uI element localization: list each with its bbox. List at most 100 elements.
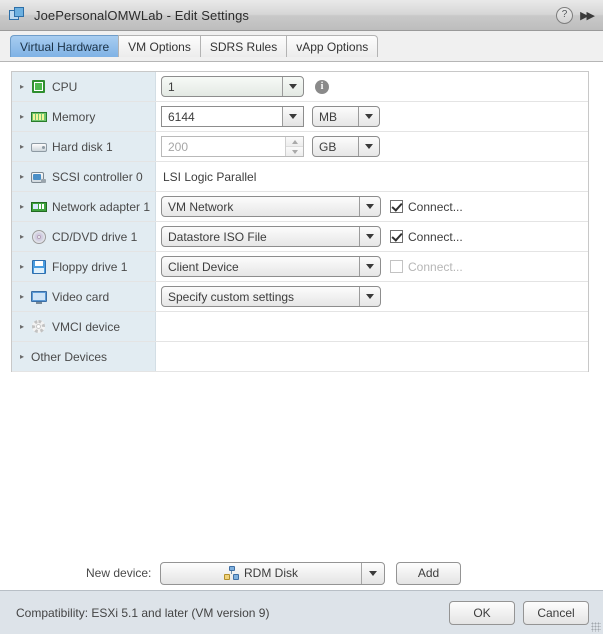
table-row: ▸ Memory 6144 MB (12, 102, 588, 132)
device-table: ▸ CPU 1 i ▸ Memory 6144 MB ▸ Hard disk 1… (11, 71, 589, 372)
table-row: ▸ SCSI controller 0 LSI Logic Parallel (12, 162, 588, 192)
new-device-bar: New device: RDM Disk Add (0, 556, 603, 590)
table-row: ▸ CPU 1 i (12, 72, 588, 102)
table-row: ▸ Hard disk 1 200 GB (12, 132, 588, 162)
window-title: JoePersonalOMWLab - Edit Settings (34, 7, 250, 23)
memory-size-value: 6144 (162, 107, 282, 126)
expand-twisty-icon[interactable]: ▸ (20, 322, 31, 331)
cddvd-connect-group[interactable]: Connect... (390, 230, 463, 244)
new-device-label: New device: (86, 566, 152, 580)
stepper-up-icon[interactable] (286, 137, 303, 147)
expand-twisty-icon[interactable]: ▸ (20, 142, 31, 151)
expand-twisty-icon[interactable]: ▸ (20, 112, 31, 121)
memory-unit-value: MB (319, 109, 337, 124)
expand-twisty-icon[interactable]: ▸ (20, 352, 31, 361)
vm-icon (9, 7, 25, 23)
new-device-value: RDM Disk (244, 566, 298, 580)
videocard-dropdown[interactable]: Specify custom settings (161, 286, 381, 307)
memory-unit-dropdown[interactable]: MB (312, 106, 380, 127)
cancel-button[interactable]: Cancel (523, 600, 589, 625)
device-name: Memory (52, 109, 96, 124)
expand-twisty-icon[interactable]: ▸ (20, 172, 31, 181)
expand-twisty-icon[interactable]: ▸ (20, 82, 31, 91)
harddisk-size-stepper[interactable]: 200 (161, 136, 304, 157)
cddvd-icon (31, 229, 47, 244)
stepper-down-icon[interactable] (286, 147, 303, 156)
rdm-disk-icon (224, 566, 239, 580)
device-label-hard-disk-1[interactable]: ▸ Hard disk 1 (12, 132, 156, 161)
tab-vm-options[interactable]: VM Options (118, 35, 200, 57)
harddisk-unit-dropdown[interactable]: GB (312, 136, 380, 157)
device-name: Other Devices (31, 349, 108, 364)
expand-icon[interactable]: ▶▶ (580, 9, 595, 22)
device-name: Hard disk 1 (52, 139, 113, 154)
floppy-connect-label: Connect... (408, 259, 463, 274)
videocard-value: Specify custom settings (168, 289, 295, 304)
cddvd-connect-label: Connect... (408, 229, 463, 244)
device-label-memory[interactable]: ▸ Memory (12, 102, 156, 131)
device-control-cpu: 1 i (156, 72, 588, 101)
add-device-button[interactable]: Add (396, 561, 461, 585)
table-row: ▸ VMCI device (12, 312, 588, 342)
device-control-memory: 6144 MB (156, 102, 588, 131)
chevron-down-icon[interactable] (359, 197, 380, 216)
vmci-icon (31, 319, 47, 334)
videocard-icon (31, 290, 47, 304)
help-icon[interactable]: ? (556, 6, 574, 24)
device-control-video-card: Specify custom settings (156, 282, 588, 311)
expand-twisty-icon[interactable]: ▸ (20, 292, 31, 301)
memory-size-input[interactable]: 6144 (161, 106, 304, 127)
info-icon[interactable]: i (315, 79, 329, 94)
title-bar: JoePersonalOMWLab - Edit Settings ? ▶▶ (0, 0, 603, 31)
resize-grip[interactable] (591, 622, 601, 632)
table-row: ▸ Other Devices (12, 342, 588, 372)
cddvd-value: Datastore ISO File (168, 229, 267, 244)
chevron-down-icon[interactable] (282, 107, 303, 126)
device-label-cddvd-drive-1[interactable]: ▸ CD/DVD drive 1 (12, 222, 156, 251)
device-control-other-devices (156, 342, 588, 371)
tab-list: Virtual Hardware VM Options SDRS Rules v… (10, 35, 379, 57)
device-control-network-adapter-1: VM Network Connect... (156, 192, 588, 221)
floppy-connect-group: Connect... (390, 260, 463, 274)
new-device-dropdown[interactable]: RDM Disk (160, 561, 385, 585)
tab-vapp-options[interactable]: vApp Options (286, 35, 379, 57)
cpu-count-dropdown[interactable]: 1 (161, 76, 304, 97)
table-row: ▸ Floppy drive 1 Client Device Connect..… (12, 252, 588, 282)
table-row: ▸ Network adapter 1 VM Network Connect..… (12, 192, 588, 222)
compatibility-label: Compatibility: ESXi 5.1 and later (VM ve… (16, 605, 270, 620)
chevron-down-icon[interactable] (359, 257, 380, 276)
tab-virtual-hardware[interactable]: Virtual Hardware (10, 35, 119, 57)
ok-button[interactable]: OK (449, 600, 515, 625)
expand-twisty-icon[interactable]: ▸ (20, 262, 31, 271)
device-label-scsi-controller-0[interactable]: ▸ SCSI controller 0 (12, 162, 156, 191)
device-control-cddvd-drive-1: Datastore ISO File Connect... (156, 222, 588, 251)
device-label-network-adapter-1[interactable]: ▸ Network adapter 1 (12, 192, 156, 221)
chevron-down-icon[interactable] (361, 562, 384, 584)
device-name: Floppy drive 1 (52, 259, 128, 274)
expand-twisty-icon[interactable]: ▸ (20, 202, 31, 211)
cddvd-dropdown[interactable]: Datastore ISO File (161, 226, 381, 247)
chevron-down-icon[interactable] (358, 137, 379, 156)
harddisk-icon (31, 140, 47, 154)
device-name: Network adapter 1 (52, 199, 151, 214)
edit-settings-dialog: JoePersonalOMWLab - Edit Settings ? ▶▶ V… (0, 0, 603, 634)
cddvd-connect-checkbox[interactable] (390, 230, 403, 243)
device-label-vmci-device[interactable]: ▸ VMCI device (12, 312, 156, 341)
device-label-other-devices[interactable]: ▸ Other Devices (12, 342, 156, 371)
chevron-down-icon[interactable] (359, 287, 380, 306)
network-connect-checkbox[interactable] (390, 200, 403, 213)
chevron-down-icon[interactable] (282, 77, 303, 96)
floppy-dropdown[interactable]: Client Device (161, 256, 381, 277)
device-label-video-card[interactable]: ▸ Video card (12, 282, 156, 311)
network-dropdown[interactable]: VM Network (161, 196, 381, 217)
chevron-down-icon[interactable] (358, 107, 379, 126)
device-label-floppy-drive-1[interactable]: ▸ Floppy drive 1 (12, 252, 156, 281)
tab-sdrs-rules[interactable]: SDRS Rules (199, 35, 287, 57)
device-label-cpu[interactable]: ▸ CPU (12, 72, 156, 101)
expand-twisty-icon[interactable]: ▸ (20, 232, 31, 241)
network-connect-group[interactable]: Connect... (390, 200, 463, 214)
chevron-down-icon[interactable] (359, 227, 380, 246)
device-name: CD/DVD drive 1 (52, 229, 138, 244)
stepper-buttons[interactable] (285, 137, 303, 156)
cpu-icon (31, 79, 47, 94)
